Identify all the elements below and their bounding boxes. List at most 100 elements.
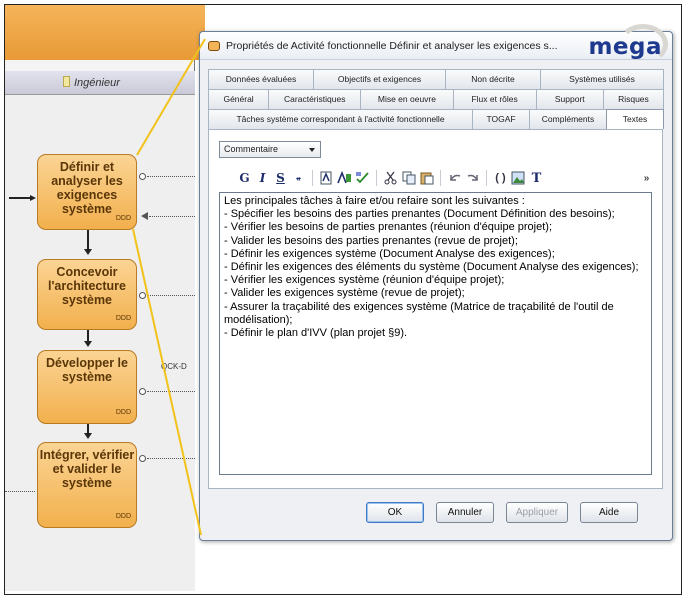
formatting-toolbar: G I S « () T » — [237, 167, 657, 189]
text-format-icon[interactable]: T — [529, 169, 544, 187]
toolbar-separator — [312, 170, 313, 186]
italic-icon[interactable]: I — [255, 169, 270, 187]
copy-icon[interactable] — [401, 169, 416, 187]
text-line: - Vérifier les besoins de parties prenan… — [224, 221, 553, 234]
swimlane-header: Ingénieur — [5, 71, 195, 95]
insert-image-icon[interactable] — [511, 169, 526, 187]
tab-characteristics[interactable]: Caractéristiques — [268, 89, 362, 109]
activity-code: DDD — [115, 513, 131, 520]
toolbar-separator — [440, 170, 441, 186]
tab-row-1: Données évaluées Objectifs et exigences … — [208, 69, 664, 89]
tab-togaf[interactable]: TOGAF — [472, 109, 530, 129]
mega-logo: mega — [588, 34, 662, 60]
tab-not-described[interactable]: Non décrite — [445, 69, 541, 89]
activity-develop-system[interactable]: Développer le système DDD — [37, 350, 137, 424]
undo-icon[interactable] — [447, 169, 462, 187]
activity-label: Développer le système — [46, 356, 128, 384]
text-type-select[interactable]: Commentaire — [219, 141, 321, 158]
activity-design-architecture[interactable]: Concevoir l'architecture système DDD — [37, 259, 137, 330]
flow-line — [147, 458, 195, 459]
cut-icon[interactable] — [383, 169, 398, 187]
tab-risks[interactable]: Risques — [602, 89, 665, 109]
text-line: - Vérifier les exigences système (réunio… — [224, 274, 505, 287]
tab-support[interactable]: Support — [535, 89, 604, 109]
side-label: QCK-D — [161, 362, 187, 371]
activity-code: DDD — [115, 409, 131, 416]
sequence-arrow — [84, 433, 92, 439]
input-port-arrow — [141, 212, 148, 220]
cancel-button[interactable]: Annuler — [436, 502, 494, 523]
text-type-value: Commentaire — [224, 144, 279, 154]
incoming-flow-line — [9, 197, 31, 199]
spell-check-icon[interactable] — [355, 169, 370, 187]
activity-label: Définir et analyser les exigences systèm… — [51, 160, 123, 216]
tab-flows-roles[interactable]: Flux et rôles — [452, 89, 537, 109]
flow-line — [5, 491, 35, 492]
activity-code: DDD — [115, 215, 131, 222]
strikethrough-icon[interactable]: « — [291, 169, 306, 187]
activity-define-analyze[interactable]: Définir et analyser les exigences systèm… — [37, 154, 137, 230]
incoming-flow-arrow — [30, 195, 36, 201]
tab-complements[interactable]: Compléments — [529, 109, 607, 129]
text-line: - Valider les exigences système (revue d… — [224, 287, 465, 300]
toolbar-separator — [376, 170, 377, 186]
comment-textarea[interactable]: Les principales tâches à faire et/ou ref… — [219, 192, 652, 475]
text-line: - Définir les exigences système (Documen… — [224, 247, 555, 260]
flow-line — [147, 391, 195, 392]
text-line: - Assurer la traçabilité des exigences s… — [224, 300, 614, 326]
braces-icon[interactable]: ( ) — [493, 169, 508, 187]
activity-icon — [208, 41, 220, 51]
text-line: - Définir les exigences des éléments du … — [224, 261, 639, 274]
dialog-title: Propriétés de Activité fonctionnelle Déf… — [226, 40, 558, 52]
text-line: - Spécifier les besoins des parties pren… — [224, 208, 615, 221]
dialog-titlebar[interactable]: Propriétés de Activité fonctionnelle Déf… — [200, 24, 672, 64]
output-port[interactable] — [139, 292, 146, 299]
activity-code: DDD — [115, 315, 131, 322]
help-button[interactable]: Aide — [580, 502, 638, 523]
output-port[interactable] — [139, 455, 146, 462]
tab-systems-used[interactable]: Systèmes utilisés — [540, 69, 664, 89]
swimlane-label: Ingénieur — [74, 77, 120, 89]
sequence-arrow — [84, 341, 92, 347]
sequence-arrow — [84, 249, 92, 255]
tab-system-tasks[interactable]: Tâches système correspondant à l'activit… — [208, 109, 473, 129]
tab-evaluated-data[interactable]: Données évaluées — [208, 69, 314, 89]
bold-icon[interactable]: G — [237, 169, 252, 187]
tab-general[interactable]: Général — [208, 89, 270, 109]
font-icon[interactable] — [319, 169, 334, 187]
screenshot-frame: Ingénieur Définir et analyser les exigen… — [4, 4, 682, 595]
output-port[interactable] — [139, 388, 146, 395]
tab-objectives-requirements[interactable]: Objectifs et exigences — [313, 69, 446, 89]
text-line: - Définir le plan d'IVV (plan projet §9)… — [224, 327, 408, 340]
underline-icon[interactable]: S — [273, 169, 288, 187]
process-diagram: Ingénieur Définir et analyser les exigen… — [5, 5, 205, 591]
chevron-down-icon — [309, 148, 315, 152]
activity-label: Intégrer, vérifier et valider le système — [39, 448, 135, 490]
flow-line — [149, 216, 195, 217]
toolbar-overflow-icon[interactable]: » — [639, 169, 654, 187]
activity-integrate-verify-validate[interactable]: Intégrer, vérifier et valider le système… — [37, 442, 137, 528]
sequence-line — [87, 230, 89, 250]
output-port[interactable] — [139, 173, 146, 180]
tab-row-3: Tâches système correspondant à l'activit… — [208, 109, 664, 129]
texts-tab-panel: Commentaire G I S « () T » Les principa… — [208, 129, 663, 489]
diagram-header-band — [5, 5, 205, 60]
flow-line — [147, 295, 195, 296]
redo-icon[interactable] — [465, 169, 480, 187]
activity-label: Concevoir l'architecture système — [47, 265, 126, 307]
tab-implementation[interactable]: Mise en oeuvre — [360, 89, 454, 109]
tab-strip: Données évaluées Objectifs et exigences … — [208, 69, 665, 129]
ok-button[interactable]: OK — [366, 502, 424, 523]
toolbar-separator — [486, 170, 487, 186]
text-line: Les principales tâches à faire et/ou ref… — [224, 195, 525, 207]
dialog-button-row: OK Annuler Appliquer Aide — [200, 502, 672, 528]
style-icon[interactable] — [337, 169, 352, 187]
text-line: - Valider les besoins des parties prenan… — [224, 234, 518, 247]
apply-button[interactable]: Appliquer — [506, 502, 568, 523]
tab-row-2: Général Caractéristiques Mise en oeuvre … — [208, 89, 665, 109]
flow-line — [147, 176, 195, 177]
role-icon — [63, 76, 70, 87]
tab-texts[interactable]: Textes — [606, 109, 664, 129]
properties-dialog: Propriétés de Activité fonctionnelle Déf… — [199, 24, 673, 541]
paste-icon[interactable] — [419, 169, 434, 187]
